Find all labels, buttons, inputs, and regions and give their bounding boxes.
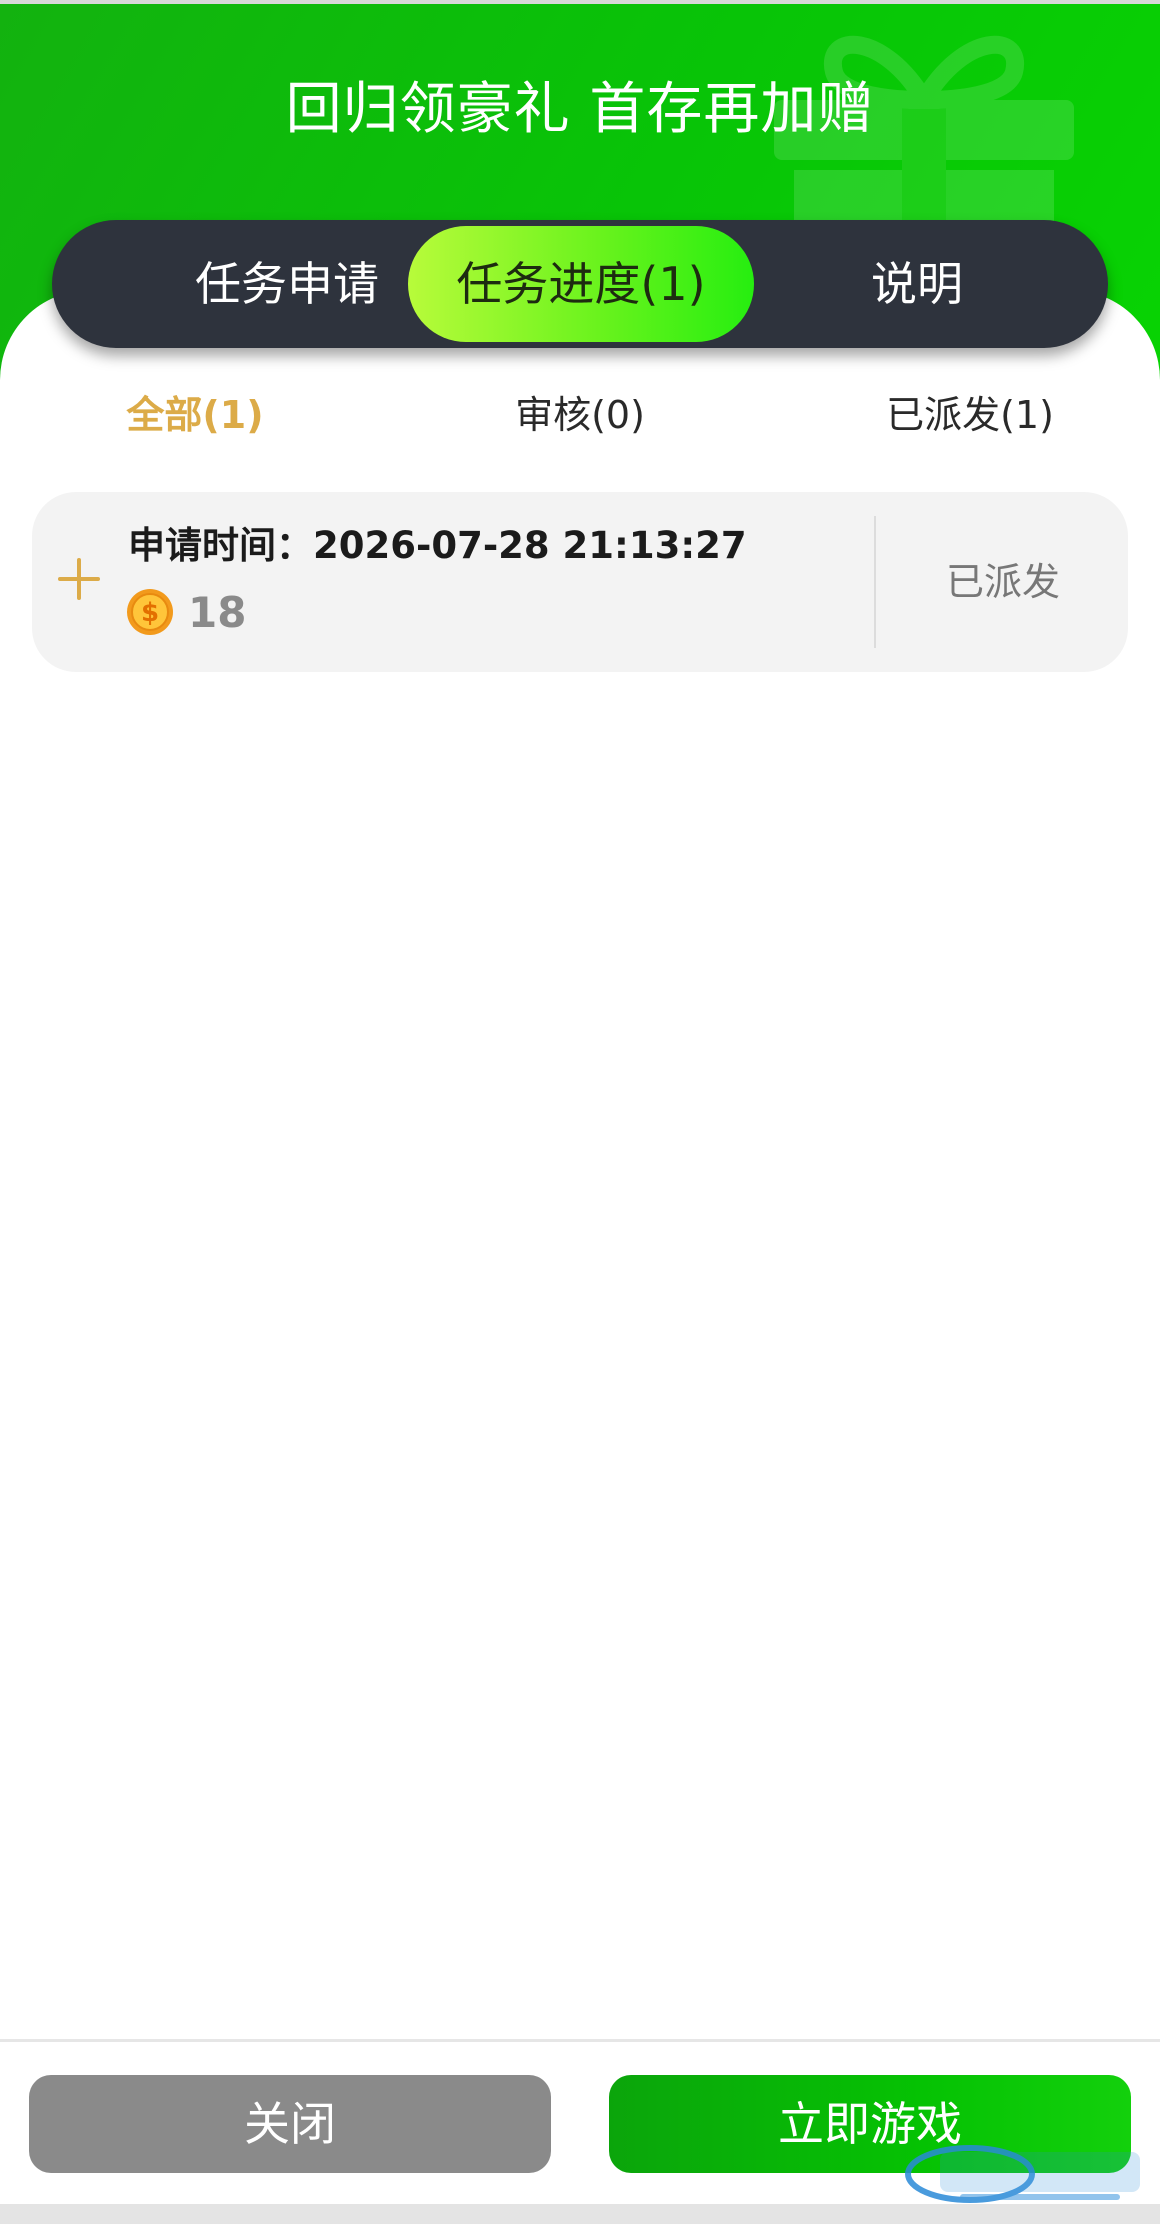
card-divider [874, 516, 876, 648]
status-strip [0, 0, 1160, 4]
filter-dispatched[interactable]: 已派发(1) [860, 380, 1080, 450]
plus-icon[interactable] [54, 554, 104, 604]
tab-instructions[interactable]: 说明 [772, 220, 1062, 348]
tab-task-progress[interactable]: 任务进度(1) [408, 226, 754, 342]
status-badge: 已派发 [945, 560, 1060, 604]
coin-icon: $ [127, 589, 173, 635]
filter-all[interactable]: 全部(1) [100, 380, 290, 450]
filter-review[interactable]: 审核(0) [480, 380, 680, 450]
svg-text:$: $ [141, 598, 159, 628]
page-title: 回归领豪礼 首存再加赠 [285, 77, 875, 142]
list-item[interactable]: 申请时间：2026-07-28 21:13:27 $ 18 已派发 [32, 492, 1128, 672]
task-progress-page: 回归领豪礼 首存再加赠 任务申请 任务进度(1) 说明 全部(1) 审核(0) … [0, 0, 1160, 2224]
coin-amount: 18 [188, 588, 247, 637]
bottom-bar [0, 2204, 1160, 2224]
tab-bar: 任务申请 任务进度(1) 说明 [52, 220, 1108, 348]
apply-time: 申请时间：2026-07-28 21:13:27 [128, 524, 747, 567]
close-button[interactable]: 关闭 [29, 2075, 551, 2173]
watermark-logo [905, 2145, 1140, 2203]
footer-divider [0, 2039, 1160, 2042]
